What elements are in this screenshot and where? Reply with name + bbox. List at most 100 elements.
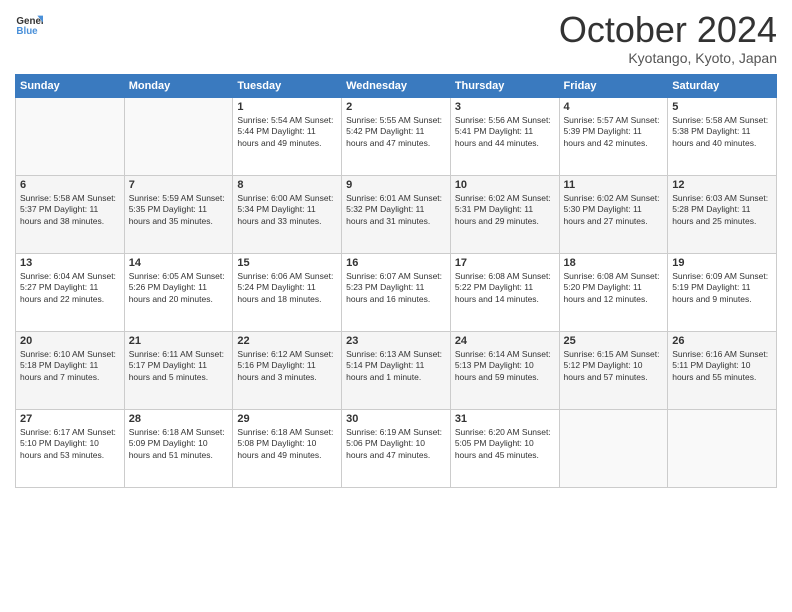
day-number: 22 (237, 335, 337, 347)
day-info: Sunrise: 5:55 AM Sunset: 5:42 PM Dayligh… (346, 115, 446, 149)
table-row: 17 Sunrise: 6:08 AM Sunset: 5:22 PM Dayli… (450, 253, 559, 331)
table-row: 28 Sunrise: 6:18 AM Sunset: 5:09 PM Dayli… (124, 409, 233, 487)
header-friday: Friday (559, 74, 668, 97)
table-row: 6 Sunrise: 5:58 AM Sunset: 5:37 PM Daylig… (16, 175, 125, 253)
table-row: 9 Sunrise: 6:01 AM Sunset: 5:32 PM Daylig… (342, 175, 451, 253)
day-info: Sunrise: 6:10 AM Sunset: 5:18 PM Dayligh… (20, 349, 120, 383)
day-number: 6 (20, 179, 120, 191)
table-row: 10Sunrise: 6:02 AM Sunset: 5:31 PM Dayli… (450, 175, 559, 253)
table-row: 8Sunrise: 6:00 AM Sunset: 5:34 PM Daylig… (233, 175, 342, 253)
day-info: Sunrise: 6:08 AM Sunset: 5:20 PM Dayligh… (564, 271, 664, 305)
table-row: 3 Sunrise: 5:56 AM Sunset: 5:41 PM Daylig… (450, 97, 559, 175)
location-subtitle: Kyotango, Kyoto, Japan (559, 50, 777, 66)
day-number: 26 (672, 335, 772, 347)
day-number: 12 (672, 179, 772, 191)
day-info: Sunrise: 6:09 AM Sunset: 5:19 PM Dayligh… (672, 271, 772, 305)
day-number: 31 (455, 413, 555, 425)
day-number: 18 (564, 257, 664, 269)
day-info: Sunrise: 5:54 AM Sunset: 5:44 PM Dayligh… (237, 115, 337, 149)
day-info: Sunrise: 6:01 AM Sunset: 5:32 PM Dayligh… (346, 193, 446, 227)
calendar-table: Sunday Monday Tuesday Wednesday Thursday… (15, 74, 777, 488)
table-row: 20 Sunrise: 6:10 AM Sunset: 5:18 PM Dayli… (16, 331, 125, 409)
table-row: 2 Sunrise: 5:55 AM Sunset: 5:42 PM Daylig… (342, 97, 451, 175)
table-row: 11 Sunrise: 6:02 AM Sunset: 5:30 PM Dayli… (559, 175, 668, 253)
day-info: Sunrise: 6:06 AM Sunset: 5:24 PM Dayligh… (237, 271, 337, 305)
table-row: 15 Sunrise: 6:06 AM Sunset: 5:24 PM Dayli… (233, 253, 342, 331)
table-row: 23 Sunrise: 6:13 AM Sunset: 5:14 PM Dayli… (342, 331, 451, 409)
day-number: 19 (672, 257, 772, 269)
day-info: Sunrise: 6:19 AM Sunset: 5:06 PM Dayligh… (346, 427, 446, 461)
day-number: 4 (564, 101, 664, 113)
day-number: 15 (237, 257, 337, 269)
day-info: Sunrise: 6:11 AM Sunset: 5:17 PM Dayligh… (129, 349, 229, 383)
day-number: 5 (672, 101, 772, 113)
day-number: 25 (564, 335, 664, 347)
day-info: Sunrise: 6:17 AM Sunset: 5:10 PM Dayligh… (20, 427, 120, 461)
table-row: 7 Sunrise: 5:59 AM Sunset: 5:35 PM Daylig… (124, 175, 233, 253)
day-info: Sunrise: 6:15 AM Sunset: 5:12 PM Dayligh… (564, 349, 664, 383)
table-row: 14 Sunrise: 6:05 AM Sunset: 5:26 PM Dayli… (124, 253, 233, 331)
header-thursday: Thursday (450, 74, 559, 97)
day-info: Sunrise: 5:56 AM Sunset: 5:41 PM Dayligh… (455, 115, 555, 149)
header-sunday: Sunday (16, 74, 125, 97)
day-info: Sunrise: 5:58 AM Sunset: 5:37 PM Dayligh… (20, 193, 120, 227)
day-number: 7 (129, 179, 229, 191)
calendar-week-row: 27 Sunrise: 6:17 AM Sunset: 5:10 PM Dayli… (16, 409, 777, 487)
title-block: October 2024 Kyotango, Kyoto, Japan (559, 10, 777, 66)
day-info: Sunrise: 6:18 AM Sunset: 5:09 PM Dayligh… (129, 427, 229, 461)
table-row: 13 Sunrise: 6:04 AM Sunset: 5:27 PM Dayli… (16, 253, 125, 331)
day-number: 14 (129, 257, 229, 269)
day-number: 11 (564, 179, 664, 191)
day-number: 10 (455, 179, 555, 191)
header-tuesday: Tuesday (233, 74, 342, 97)
day-number: 27 (20, 413, 120, 425)
table-row: 30 Sunrise: 6:19 AM Sunset: 5:06 PM Dayli… (342, 409, 451, 487)
svg-text:Blue: Blue (16, 26, 38, 37)
day-info: Sunrise: 5:59 AM Sunset: 5:35 PM Dayligh… (129, 193, 229, 227)
header-monday: Monday (124, 74, 233, 97)
day-info: Sunrise: 6:13 AM Sunset: 5:14 PM Dayligh… (346, 349, 446, 383)
table-row: 25 Sunrise: 6:15 AM Sunset: 5:12 PM Dayli… (559, 331, 668, 409)
weekday-header-row: Sunday Monday Tuesday Wednesday Thursday… (16, 74, 777, 97)
day-info: Sunrise: 6:02 AM Sunset: 5:30 PM Dayligh… (564, 193, 664, 227)
day-number: 20 (20, 335, 120, 347)
table-row: 12Sunrise: 6:03 AM Sunset: 5:28 PM Dayli… (668, 175, 777, 253)
day-number: 24 (455, 335, 555, 347)
day-info: Sunrise: 6:14 AM Sunset: 5:13 PM Dayligh… (455, 349, 555, 383)
day-info: Sunrise: 6:16 AM Sunset: 5:11 PM Dayligh… (672, 349, 772, 383)
day-number: 30 (346, 413, 446, 425)
day-number: 2 (346, 101, 446, 113)
table-row: 26 Sunrise: 6:16 AM Sunset: 5:11 PM Dayli… (668, 331, 777, 409)
table-row (124, 97, 233, 175)
day-number: 17 (455, 257, 555, 269)
day-number: 23 (346, 335, 446, 347)
day-info: Sunrise: 5:57 AM Sunset: 5:39 PM Dayligh… (564, 115, 664, 149)
day-info: Sunrise: 6:18 AM Sunset: 5:08 PM Dayligh… (237, 427, 337, 461)
table-row: 19 Sunrise: 6:09 AM Sunset: 5:19 PM Dayli… (668, 253, 777, 331)
table-row: 22 Sunrise: 6:12 AM Sunset: 5:16 PM Dayli… (233, 331, 342, 409)
header-wednesday: Wednesday (342, 74, 451, 97)
day-number: 9 (346, 179, 446, 191)
header-saturday: Saturday (668, 74, 777, 97)
day-number: 3 (455, 101, 555, 113)
calendar-page: General Blue October 2024 Kyotango, Kyot… (0, 0, 792, 612)
day-info: Sunrise: 6:05 AM Sunset: 5:26 PM Dayligh… (129, 271, 229, 305)
table-row: 16Sunrise: 6:07 AM Sunset: 5:23 PM Dayli… (342, 253, 451, 331)
table-row: 31Sunrise: 6:20 AM Sunset: 5:05 PM Dayli… (450, 409, 559, 487)
calendar-week-row: 6 Sunrise: 5:58 AM Sunset: 5:37 PM Daylig… (16, 175, 777, 253)
day-info: Sunrise: 6:08 AM Sunset: 5:22 PM Dayligh… (455, 271, 555, 305)
logo: General Blue (15, 10, 43, 38)
day-info: Sunrise: 6:04 AM Sunset: 5:27 PM Dayligh… (20, 271, 120, 305)
calendar-week-row: 1Sunrise: 5:54 AM Sunset: 5:44 PM Daylig… (16, 97, 777, 175)
day-info: Sunrise: 6:00 AM Sunset: 5:34 PM Dayligh… (237, 193, 337, 227)
calendar-week-row: 20 Sunrise: 6:10 AM Sunset: 5:18 PM Dayli… (16, 331, 777, 409)
month-title: October 2024 (559, 10, 777, 50)
header: General Blue October 2024 Kyotango, Kyot… (15, 10, 777, 66)
day-info: Sunrise: 6:12 AM Sunset: 5:16 PM Dayligh… (237, 349, 337, 383)
day-number: 13 (20, 257, 120, 269)
day-number: 28 (129, 413, 229, 425)
day-info: Sunrise: 6:07 AM Sunset: 5:23 PM Dayligh… (346, 271, 446, 305)
table-row: 18 Sunrise: 6:08 AM Sunset: 5:20 PM Dayli… (559, 253, 668, 331)
calendar-week-row: 13 Sunrise: 6:04 AM Sunset: 5:27 PM Dayli… (16, 253, 777, 331)
table-row: 29Sunrise: 6:18 AM Sunset: 5:08 PM Dayli… (233, 409, 342, 487)
